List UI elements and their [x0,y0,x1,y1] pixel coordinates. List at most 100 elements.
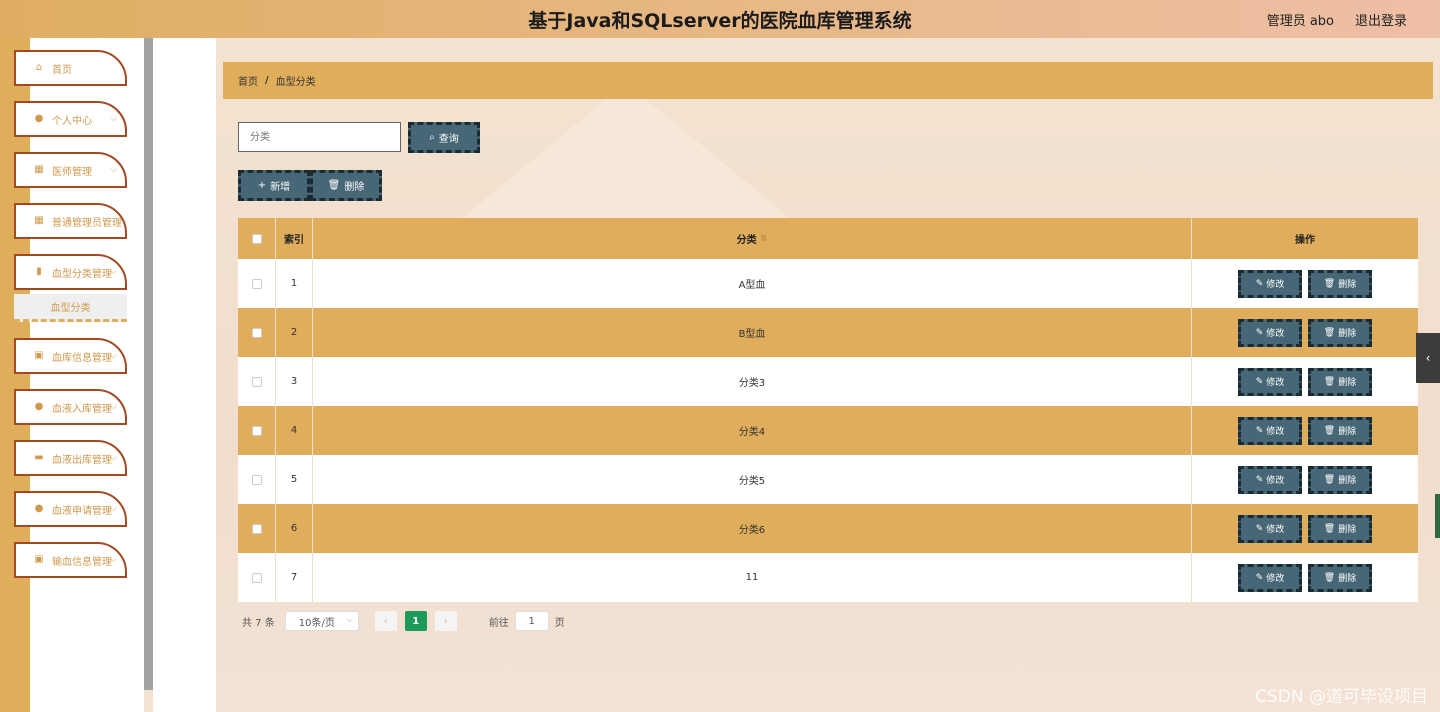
delete-button[interactable]: 🗑 删除 [1308,563,1372,592]
batch-delete-button[interactable]: 🗑 删除 [310,170,382,201]
row-checkbox[interactable] [251,376,262,387]
trash-icon: 🗑 [1323,425,1336,436]
pagination: 共 7 条 10条/页 ⌵ ‹ 1 › 前往 1 页 [242,610,565,632]
add-button[interactable]: + 新增 [238,170,310,201]
sidebar-item-4[interactable]: ▮ 血型分类管理 ⌵ [14,254,127,290]
edit-button[interactable]: ✎ 修改 [1238,269,1302,298]
delete-button[interactable]: 🗑 删除 [1308,269,1372,298]
delete-button[interactable]: 🗑 删除 [1308,318,1372,347]
chart-icon: ▮ [36,266,42,277]
delete-button[interactable]: 🗑 删除 [1308,416,1372,445]
row-checkbox[interactable] [251,572,262,583]
sidebar-scrollbar[interactable] [144,38,153,690]
table-row: 2 B型血 ✎ 修改 🗑 删除 [238,308,1418,357]
sidebar-item-label: 血库信息管理 [52,352,112,364]
edit-button-label: 修改 [1266,427,1285,437]
breadcrumb-separator: / [265,75,269,86]
watermark: CSDN @道可毕设项目 [1255,687,1428,707]
edit-button[interactable]: ✎ 修改 [1238,318,1302,347]
batch-delete-button-label: 删除 [344,182,365,193]
sidebar-item-9[interactable]: ▣ 输血信息管理 ⌵ [14,542,127,578]
prev-page-button[interactable]: ‹ [374,611,397,631]
collapse-toggle-button[interactable]: ‹ [1416,333,1440,383]
logout-link[interactable]: 退出登录 [1355,10,1407,29]
trash-icon: 🗑 [1323,474,1336,485]
grid-icon: ▦ [34,164,44,175]
sidebar-subitem-blood-type[interactable]: 血型分类 [14,294,127,322]
row-check-cell [238,308,276,357]
column-name[interactable]: 分类 ⇅ [313,218,1192,259]
row-operations: ✎ 修改 🗑 删除 [1192,455,1418,504]
delete-button-label: 删除 [1338,280,1357,290]
edit-button[interactable]: ✎ 修改 [1238,416,1302,445]
row-check-cell [238,357,276,406]
current-page[interactable]: 1 [404,611,427,631]
sidebar-item-8[interactable]: ● 血液申请管理 ⌵ [14,491,127,527]
trash-icon: 🗑 [1323,523,1336,534]
sidebar-item-label: 血型分类管理 [52,268,112,280]
row-operations: ✎ 修改 🗑 删除 [1192,308,1418,357]
sidebar-item-7[interactable]: ▬ 血液出库管理 ⌵ [14,440,127,476]
delete-button-label: 删除 [1338,329,1357,339]
row-checkbox[interactable] [251,474,262,485]
chevron-down-icon: ⌵ [110,114,117,124]
add-button-label: 新增 [270,182,291,193]
next-page-button[interactable]: › [434,611,457,631]
query-button[interactable]: ⌕ 查询 [408,122,480,153]
edit-button[interactable]: ✎ 修改 [1238,465,1302,494]
row-check-cell [238,504,276,553]
row-checkbox[interactable] [251,523,262,534]
breadcrumb-home[interactable]: 首页 [238,73,258,88]
edit-button-label: 修改 [1266,574,1285,584]
sidebar-item-5[interactable]: ▣ 血库信息管理 ⌵ [14,338,127,374]
column-index: 索引 [276,218,313,259]
row-checkbox[interactable] [251,327,262,338]
edit-button-label: 修改 [1266,329,1285,339]
edit-button-label: 修改 [1266,280,1285,290]
clipboard-icon: ▣ [34,554,44,565]
sidebar-item-2[interactable]: ▦ 医师管理 ⌵ [14,152,127,188]
sidebar-item-6[interactable]: ● 血液入库管理 ⌵ [14,389,127,425]
edit-icon: ✎ [1255,327,1264,338]
sidebar-item-1[interactable]: ● 个人中心 ⌵ [14,101,127,137]
clipboard-icon: ▣ [34,350,44,361]
sort-icon[interactable]: ⇅ [761,234,768,243]
monitor-icon: ▬ [34,452,44,463]
delete-button[interactable]: 🗑 删除 [1308,367,1372,396]
edit-button[interactable]: ✎ 修改 [1238,367,1302,396]
edit-button-label: 修改 [1266,378,1285,388]
edit-button-label: 修改 [1266,476,1285,486]
row-checkbox[interactable] [251,425,262,436]
delete-button[interactable]: 🗑 删除 [1308,514,1372,543]
trash-icon: 🗑 [327,180,341,191]
row-name: B型血 [313,308,1192,357]
trash-icon: 🗑 [1323,278,1336,289]
sidebar-item-label: 普通管理员管理 [52,217,122,229]
sidebar-item-3[interactable]: ▦ 普通管理员管理 [14,203,127,239]
goto-label: 前往 [488,617,509,629]
page-size-select[interactable]: 10条/页 ⌵ [284,611,359,631]
chevron-down-icon: ⌵ [110,504,117,514]
row-index: 5 [276,455,313,504]
right-scrollbar[interactable] [1435,494,1440,538]
row-checkbox[interactable] [251,278,262,289]
home-icon: ⌂ [35,62,43,73]
row-check-cell [238,406,276,455]
row-operations: ✎ 修改 🗑 删除 [1192,504,1418,553]
top-header: 基于Java和SQLserver的医院血库管理系统 管理员 abo 退出登录 [0,0,1440,38]
trash-icon: 🗑 [1323,376,1336,387]
row-index: 7 [276,553,313,602]
delete-button[interactable]: 🗑 删除 [1308,465,1372,494]
column-operation: 操作 [1295,235,1315,246]
select-all-checkbox[interactable] [251,233,262,244]
edit-button[interactable]: ✎ 修改 [1238,514,1302,543]
background-decoration [456,83,796,223]
goto-page-input[interactable]: 1 [514,611,549,631]
row-check-cell [238,259,276,308]
delete-button-label: 删除 [1338,574,1357,584]
sidebar-item-0[interactable]: ⌂ 首页 [14,50,127,86]
category-search-input[interactable] [238,122,401,152]
delete-button-label: 删除 [1338,378,1357,388]
search-icon: ⌕ [429,132,435,143]
edit-button[interactable]: ✎ 修改 [1238,563,1302,592]
